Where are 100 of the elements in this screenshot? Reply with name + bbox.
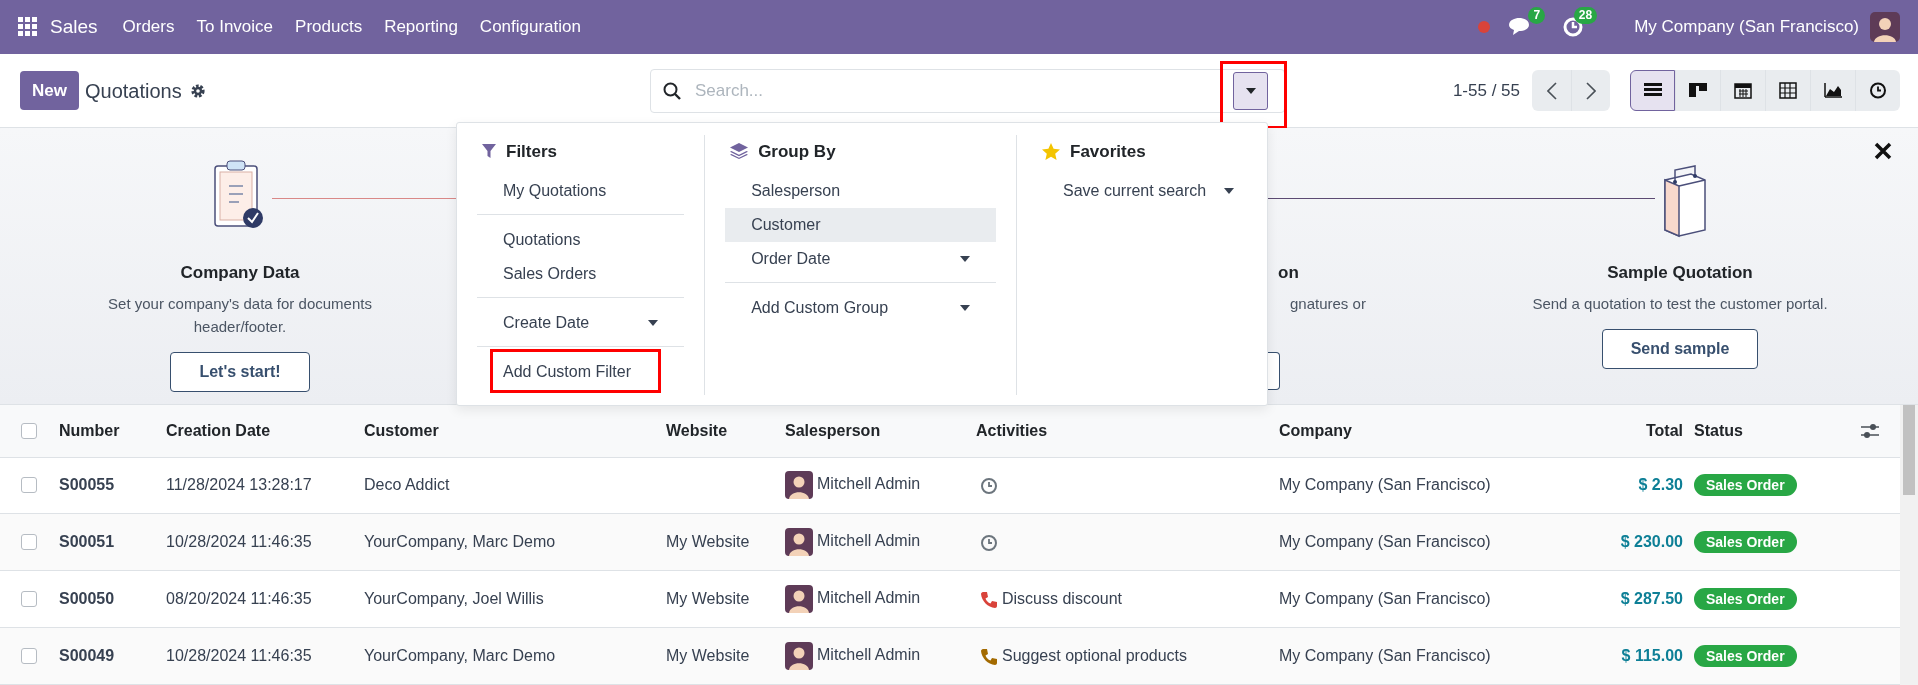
step-button[interactable] [1268,351,1280,390]
date-cell: 08/20/2024 11:46:35 [166,590,312,608]
next-button[interactable] [1571,70,1610,111]
column-header[interactable]: Number [59,421,120,439]
column-header[interactable]: Company [1279,421,1352,439]
view-button[interactable] [1630,70,1675,111]
menu-item[interactable]: Save current search [1037,174,1247,208]
chevron-right-icon [1586,81,1596,100]
settings-icon[interactable] [189,82,206,99]
checkbox[interactable] [21,422,37,439]
caret-icon [1224,188,1235,194]
date-cell: 11/28/2024 13:28:17 [166,476,312,494]
caret-icon [960,305,970,311]
order-number: S00049 [59,647,115,665]
chat-icon[interactable] [1507,17,1532,37]
menu-item[interactable]: Quotations [477,223,685,257]
column-header[interactable]: Website [666,421,728,439]
menu-item[interactable]: Create Date [477,306,685,340]
search-input[interactable]: Search... [693,76,1233,105]
row-checkbox[interactable] [21,591,37,608]
scrollbar-thumb[interactable] [1903,405,1915,495]
filter-toggle-button[interactable] [1233,71,1268,110]
status-badge: Sales Order [1694,588,1797,611]
previous-button[interactable] [1532,70,1571,111]
menu-item[interactable]: Customer [725,208,996,242]
column-header[interactable]: Customer [364,421,439,439]
menu-item[interactable]: Add Custom Group [725,291,996,325]
row-checkbox[interactable] [21,477,37,494]
column-header[interactable]: Salesperson [785,421,881,439]
menu-item[interactable]: My Quotations [477,174,685,208]
status-dot-icon [1477,20,1492,34]
table-icon [1779,82,1797,99]
salesperson-name: Mitchell Admin [817,475,921,493]
phone-icon[interactable] [980,647,998,666]
clock-icon[interactable] [980,477,998,496]
clock-icon[interactable] [980,534,998,553]
company-cell: My Company (San Francisco) [1279,533,1491,551]
status-badge: Sales Order [1694,531,1797,554]
column-header[interactable]: Total [1645,421,1683,439]
filter-icon [482,144,496,159]
menu-item[interactable]: Products [284,14,374,40]
row-checkbox[interactable] [21,534,37,551]
customer-cell: YourCompany, Joel Willis [364,590,544,608]
activity-summary: Suggest optional products [1002,647,1187,665]
total-cell: $ 2.30 [1638,476,1683,494]
date-cell: 10/28/2024 11:46:35 [166,647,312,665]
menu-item[interactable]: Salesperson [725,174,996,208]
customer-cell: Deco Addict [364,476,450,494]
page-title: Quotations [84,78,182,104]
scrollbar[interactable] [1900,405,1918,685]
menu-item[interactable]: Orders [111,14,186,40]
customer-cell: YourCompany, Marc Demo [364,533,556,551]
close-button[interactable] [1874,142,1892,160]
company-switcher[interactable]: My Company (San Francisco) [1623,14,1870,40]
user-avatar[interactable] [1870,12,1900,42]
column-header[interactable]: Status [1694,421,1743,439]
menu-item[interactable]: Sales Orders [477,257,685,291]
chevron-left-icon [1546,81,1557,100]
step-description: Set your company's data for documents header/footer. [107,293,373,337]
layers-icon [730,143,749,160]
count-badge: 7 [1528,7,1546,24]
menu-item[interactable]: To Invoice [185,14,285,40]
step-title: on [1278,262,1299,284]
website-cell: My Website [666,533,750,551]
order-number: S00050 [59,590,115,608]
new-button[interactable]: New [20,70,79,111]
app-name[interactable]: Sales [38,12,112,42]
status-badge: Sales Order [1694,474,1797,497]
clock-icon [1869,82,1887,99]
total-cell: $ 115.00 [1621,647,1683,665]
column-header[interactable]: Activities [976,421,1048,439]
step-button[interactable]: Send sample [1601,328,1759,369]
menu-item[interactable]: Order Date [725,242,996,276]
total-cell: $ 287.50 [1620,590,1683,608]
caret-icon [960,256,970,262]
search-icon [663,81,681,100]
date-cell: 10/28/2024 11:46:35 [166,533,312,551]
order-number: S00051 [59,533,115,551]
apps-menu-icon[interactable] [18,17,38,37]
company-cell: My Company (San Francisco) [1279,476,1491,494]
customer-cell: YourCompany, Marc Demo [364,647,556,665]
phone-icon[interactable] [980,590,998,609]
menu-item[interactable]: Configuration [468,14,592,40]
website-cell: My Website [666,647,750,665]
order-number: S00055 [59,476,115,494]
list-icon [1643,82,1662,99]
company-cell: My Company (San Francisco) [1279,590,1491,608]
area-chart-icon [1824,82,1842,99]
menu-item[interactable]: Add Custom Filter [477,355,685,389]
caret-icon [648,320,659,326]
menu-item[interactable]: Reporting [373,14,469,40]
row-checkbox[interactable] [21,648,37,665]
step-title: Sample Quotation [1607,262,1753,284]
kanban-icon [1689,82,1707,99]
column-header[interactable]: Creation Date [166,421,271,439]
section-title: Group By [758,140,836,163]
user-avatar [785,585,813,614]
step-button[interactable]: Let's start! [170,351,310,392]
step-title: Company Data [180,262,300,284]
column-settings-icon[interactable] [1861,422,1879,439]
